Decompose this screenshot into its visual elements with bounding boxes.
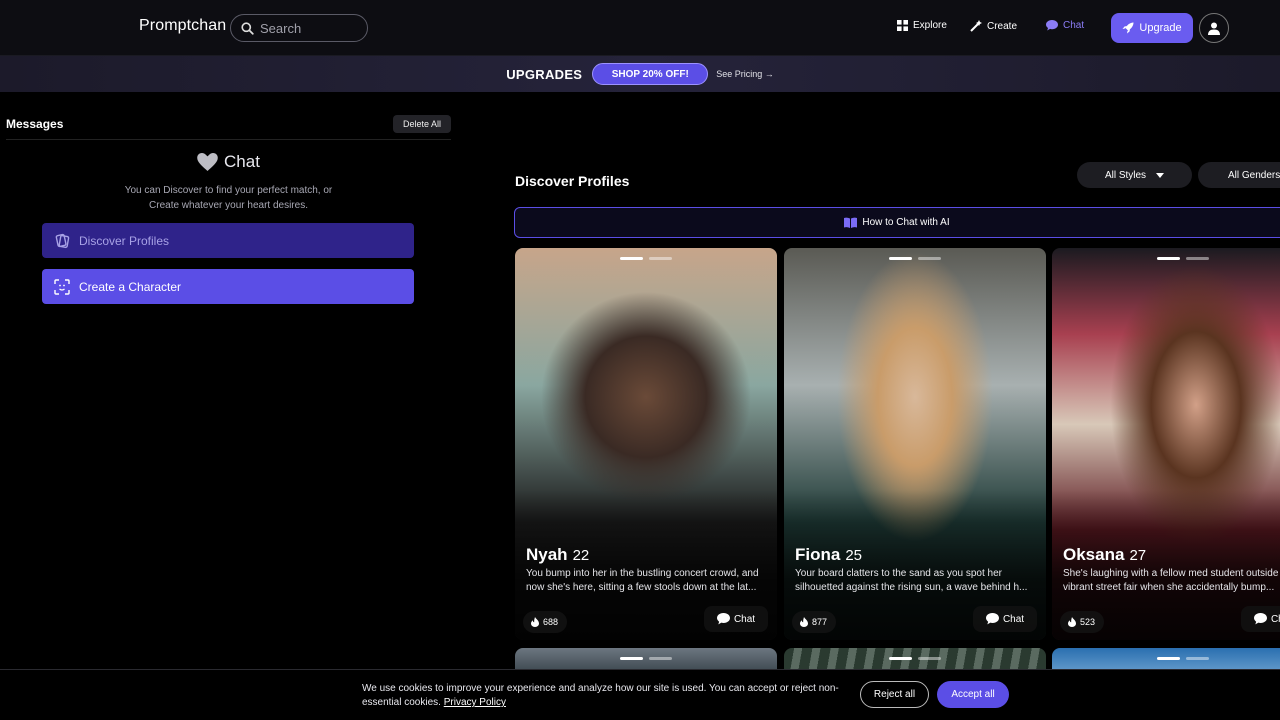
- profile-card[interactable]: Oksana 27 She's laughing with a fellow me…: [1052, 248, 1280, 640]
- magic-wand-icon: [970, 20, 982, 32]
- face-scan-icon: [54, 278, 70, 295]
- rocket-icon: [1122, 22, 1134, 34]
- profile-description: Your board clatters to the sand as you s…: [795, 568, 1028, 593]
- messages-divider: [6, 139, 451, 140]
- privacy-policy-link[interactable]: Privacy Policy: [444, 697, 506, 708]
- cookie-consent-bar: We use cookies to improve your experienc…: [0, 669, 1280, 720]
- how-to-chat-label: How to Chat with AI: [862, 217, 950, 228]
- likes-count: 523: [1080, 617, 1096, 627]
- nav-explore-label: Explore: [913, 20, 947, 31]
- chat-empty-heading-label: Chat: [224, 152, 260, 171]
- genders-filter-dropdown[interactable]: All Genders: [1198, 162, 1280, 188]
- discover-profiles-label: Discover Profiles: [79, 233, 170, 248]
- cards-icon: [55, 233, 70, 248]
- messages-heading: Messages: [6, 117, 64, 131]
- promo-banner: UPGRADES SHOP 20% OFF! See Pricing →: [0, 56, 1280, 92]
- nav-chat-link[interactable]: Chat: [1046, 20, 1084, 31]
- profile-chat-button[interactable]: Chat: [1241, 606, 1280, 632]
- profile-description: You bump into her in the bustling concer…: [526, 568, 759, 593]
- profile-name: Fiona 25: [795, 545, 863, 564]
- genders-filter-label: All Genders: [1228, 169, 1280, 181]
- profile-chat-button[interactable]: Chat: [973, 606, 1037, 632]
- site-logo[interactable]: Promptchan: [139, 17, 226, 35]
- image-carousel-indicator: [889, 657, 947, 660]
- delete-all-button[interactable]: Delete All: [393, 115, 451, 133]
- chat-empty-subtitle: You can Discover to find your perfect ma…: [0, 183, 457, 213]
- reject-cookies-button[interactable]: Reject all: [860, 681, 929, 708]
- profile-chat-label: Chat: [1270, 613, 1280, 625]
- likes-badge: 523: [1060, 611, 1105, 633]
- accept-cookies-button[interactable]: Accept all: [937, 681, 1009, 708]
- user-avatar-button[interactable]: [1199, 13, 1229, 43]
- profile-description: She's laughing with a fellow med student…: [1063, 568, 1280, 593]
- image-carousel-indicator: [1157, 257, 1215, 260]
- caret-down-icon: [1156, 172, 1165, 178]
- flame-icon: [800, 617, 808, 627]
- top-navbar: Promptchan Explore Create Chat Upgrade: [0, 0, 1280, 56]
- profile-card[interactable]: Fiona 25 Your board clatters to the sand …: [784, 248, 1046, 640]
- chat-bubble-icon: [985, 613, 999, 625]
- cookie-text: We use cookies to improve your experienc…: [362, 683, 839, 708]
- profile-card[interactable]: Nyah 22 You bump into her in the bustling…: [515, 248, 777, 640]
- book-icon: [844, 217, 858, 228]
- create-character-label: Create a Character: [79, 279, 182, 294]
- chat-empty-heading: Chat: [0, 152, 457, 172]
- heart-icon: [197, 153, 218, 171]
- promo-title: UPGRADES: [506, 66, 583, 82]
- upgrade-label: Upgrade: [1139, 22, 1182, 34]
- upgrade-button[interactable]: Upgrade: [1111, 13, 1193, 43]
- user-icon: [1208, 22, 1220, 35]
- chat-bubble-icon: [1253, 613, 1267, 625]
- flame-icon: [531, 617, 539, 627]
- image-carousel-indicator: [620, 257, 678, 260]
- styles-filter-dropdown[interactable]: All Styles: [1077, 162, 1192, 188]
- chat-subtitle-line1: You can Discover to find your perfect ma…: [124, 185, 333, 196]
- cookie-message: We use cookies to improve your experienc…: [362, 682, 852, 710]
- likes-badge: 877: [792, 611, 837, 633]
- shop-discount-button[interactable]: SHOP 20% OFF!: [592, 63, 709, 85]
- profile-age: 25: [845, 547, 863, 564]
- nav-chat-label: Chat: [1063, 20, 1085, 31]
- search-input[interactable]: [260, 20, 360, 36]
- likes-badge: 688: [523, 611, 568, 633]
- image-carousel-indicator: [889, 257, 947, 260]
- chat-bubble-icon: [716, 613, 730, 625]
- search-icon: [241, 21, 254, 35]
- image-carousel-indicator: [1157, 657, 1215, 660]
- profile-age: 22: [572, 547, 590, 564]
- profile-chat-label: Chat: [1002, 613, 1025, 625]
- likes-count: 688: [543, 617, 559, 627]
- how-to-chat-banner[interactable]: How to Chat with AI: [514, 207, 1280, 238]
- nav-create-link[interactable]: Create: [970, 20, 1017, 32]
- profile-chat-label: Chat: [733, 613, 756, 625]
- discover-profiles-button[interactable]: Discover Profiles: [42, 223, 414, 258]
- grid-icon: [897, 20, 908, 31]
- flame-icon: [1068, 617, 1076, 627]
- styles-filter-label: All Styles: [1104, 169, 1147, 181]
- nav-explore-link[interactable]: Explore: [897, 20, 947, 31]
- profile-age: 27: [1129, 547, 1147, 564]
- profile-chat-button[interactable]: Chat: [704, 606, 768, 632]
- chat-subtitle-line2: Create whatever your heart desires.: [149, 200, 308, 211]
- chat-bubble-icon: [1046, 20, 1058, 31]
- likes-count: 877: [812, 617, 828, 627]
- nav-create-label: Create: [987, 20, 1018, 32]
- image-carousel-indicator: [620, 657, 678, 660]
- profile-name: Oksana 27: [1063, 545, 1147, 564]
- discover-title: Discover Profiles: [515, 173, 630, 189]
- search-box[interactable]: [230, 14, 368, 42]
- create-character-button[interactable]: Create a Character: [42, 269, 414, 304]
- profile-name: Nyah 22: [526, 545, 590, 564]
- see-pricing-link[interactable]: See Pricing →: [716, 69, 774, 79]
